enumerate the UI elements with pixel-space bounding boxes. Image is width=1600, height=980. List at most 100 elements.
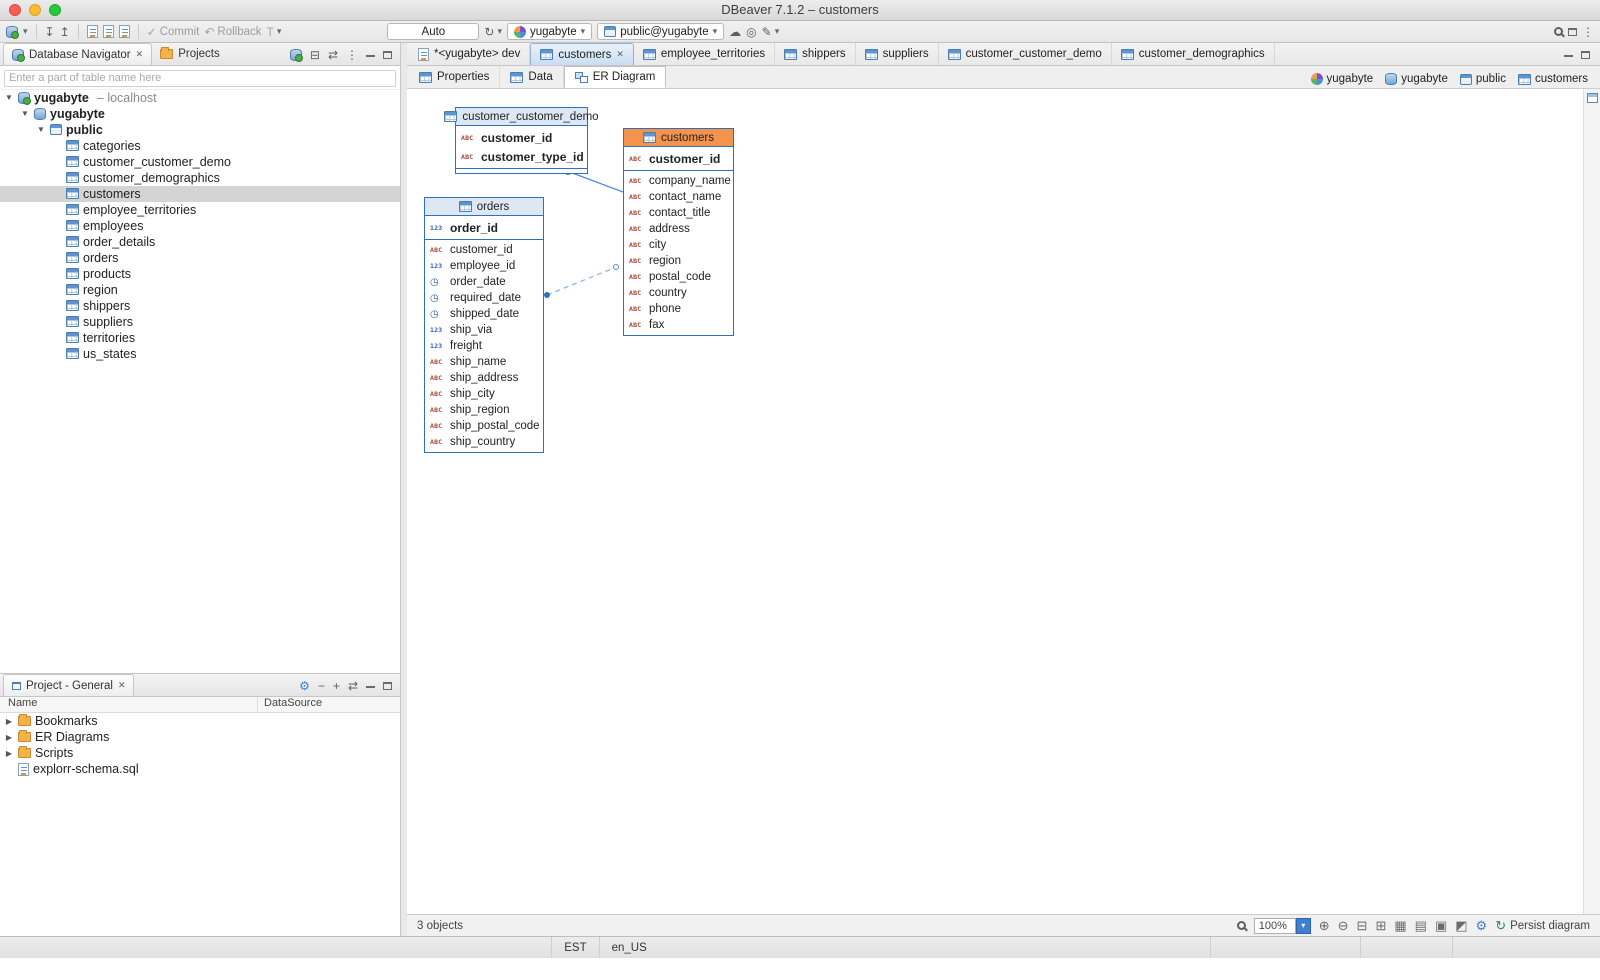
close-tab-icon[interactable]: ✕ [616,50,624,59]
entity-field-pk[interactable]: ABC customer_type_id [456,147,587,166]
maximize-view-icon[interactable] [383,51,392,59]
entity-field[interactable]: ABC contact_name [624,189,733,205]
tree-item-database[interactable]: ▼ yugabyte [0,106,400,122]
tree-item-schema[interactable]: ▼ public [0,122,400,138]
subtab-properties[interactable]: Properties [409,66,500,88]
open-sql-script-icon[interactable] [119,25,130,38]
entity-field[interactable]: ABC ship_city [425,386,543,402]
new-connection-icon[interactable] [290,49,302,61]
save-diagram-icon[interactable]: ◩ [1455,918,1467,934]
entity-field[interactable]: ABC ship_postal_code [425,418,543,434]
commit-button[interactable]: ✓ Commit [147,26,200,38]
tab-sql-editor[interactable]: *<yugabyte> dev [409,43,530,65]
export-icon[interactable]: ↥ [60,26,70,38]
entity-field[interactable]: ABC contact_title [624,205,733,221]
tab-projects[interactable]: Projects [152,43,228,65]
transaction-mode-button[interactable]: T ▾ [267,26,282,38]
tab-customer-customer-demo[interactable]: customer_customer_demo [939,43,1112,65]
column-datasource[interactable]: DataSource [258,697,322,712]
breadcrumb-schema[interactable]: public [1460,73,1506,85]
entity-field-pk[interactable]: 123 order_id [425,218,543,237]
entity-orders[interactable]: orders 123 order_id ABC customer_id 123 [424,197,544,453]
minimize-editor-icon[interactable] [1564,54,1573,57]
project-item-scripts[interactable]: ▶ Scripts [0,745,400,761]
diagram-colors-icon[interactable]: ▦ [1394,918,1406,934]
zoom-combo[interactable]: 100% ▾ [1254,918,1311,934]
expander-icon[interactable]: ▼ [36,125,46,134]
entity-field[interactable]: ABC ship_region [425,402,543,418]
sql-editor-icon[interactable] [87,25,98,38]
entity-field[interactable]: 123 freight [425,338,543,354]
breadcrumb-connection[interactable]: yugabyte [1311,73,1374,85]
project-item-bookmarks[interactable]: ▶ Bookmarks [0,713,400,729]
import-icon[interactable]: ↧ [45,26,55,38]
new-sql-editor-icon[interactable] [103,25,114,38]
relation-line-customer-demo[interactable] [567,171,623,192]
entity-header[interactable]: customer_customer_demo [456,108,587,126]
entity-customers[interactable]: customers ABC customer_id ABC company_na… [623,128,734,336]
tab-employee-territories[interactable]: employee_territories [634,43,775,65]
entity-field[interactable]: 123 employee_id [425,258,543,274]
entity-field[interactable]: ABC ship_name [425,354,543,370]
tree-item-table[interactable]: categories [0,138,400,154]
entity-customer-customer-demo[interactable]: customer_customer_demo ABC customer_id A… [455,107,588,174]
subtab-data[interactable]: Data [500,66,563,88]
expander-icon[interactable]: ▶ [4,749,14,758]
tree-item-table[interactable]: customer_customer_demo [0,154,400,170]
zoom-dropdown-button[interactable]: ▾ [1296,918,1311,934]
outline-view-icon[interactable] [1587,93,1598,103]
active-schema-combo[interactable]: public@yugabyte ▾ [597,23,724,40]
entity-field[interactable]: ABC country [624,285,733,301]
entity-field[interactable]: ABC company_name [624,173,733,189]
project-item-sql-file[interactable]: explorr-schema.sql [0,761,400,777]
breadcrumb-database[interactable]: yugabyte [1385,73,1448,85]
tree-item-table[interactable]: employee_territories [0,202,400,218]
tree-item-table[interactable]: products [0,266,400,282]
entity-field[interactable]: ABC phone [624,301,733,317]
tree-item-table[interactable]: territories [0,330,400,346]
diagram-settings-gear-icon[interactable]: ⚙ [1476,918,1488,934]
transaction-auto-combo[interactable]: Auto [387,23,479,40]
tree-item-table[interactable]: region [0,282,400,298]
print-diagram-icon[interactable]: ▤ [1415,918,1427,934]
minimize-view-icon[interactable] [366,685,375,688]
search-icon[interactable] [1554,27,1563,36]
tab-database-navigator[interactable]: Database Navigator ✕ [3,43,152,65]
tab-suppliers[interactable]: suppliers [856,43,939,65]
collapse-all-icon[interactable]: ⊟ [310,49,320,61]
maximize-editor-icon[interactable] [1581,51,1590,59]
entity-field-pk[interactable]: ABC customer_id [624,149,733,168]
entity-field[interactable]: ABC ship_country [425,434,543,450]
open-perspective-icon[interactable] [1568,28,1577,36]
network-icon[interactable]: ☁ [729,26,741,38]
entity-field[interactable]: ABC fax [624,317,733,333]
expander-icon[interactable]: ▶ [4,733,14,742]
zoom-window-button[interactable] [49,4,61,16]
minimize-view-icon[interactable] [366,54,375,57]
tab-customers[interactable]: customers ✕ [530,43,634,65]
relation-line-orders[interactable] [547,266,619,295]
entity-field[interactable]: ◷ order_date [425,274,543,290]
entity-field[interactable]: ABC city [624,237,733,253]
locale-cell[interactable]: en_US [599,937,659,958]
expander-icon[interactable]: ▶ [4,717,14,726]
entity-field[interactable]: ◷ shipped_date [425,306,543,322]
zoom-in-icon[interactable]: ⊕ [1319,918,1330,934]
zoom-out-icon[interactable]: ⊖ [1338,918,1349,934]
rollback-button[interactable]: ↶ Rollback [204,26,261,38]
configure-icon[interactable]: ⚙ [299,680,310,692]
persist-diagram-button[interactable]: ↻ Persist diagram [1495,918,1590,934]
view-menu-icon[interactable]: ⋮ [346,49,358,61]
overflow-menu-icon[interactable]: ⋮ [1582,26,1594,38]
target-icon[interactable]: ◎ [746,26,756,38]
new-connection-icon[interactable] [6,26,18,38]
tab-shippers[interactable]: shippers [775,43,855,65]
breadcrumb-table[interactable]: customers [1518,73,1588,85]
close-window-button[interactable] [9,4,21,16]
expander-icon[interactable]: ▼ [20,109,30,118]
entity-field[interactable]: ABC postal_code [624,269,733,285]
close-view-icon[interactable]: ✕ [118,681,126,690]
maximize-view-icon[interactable] [383,682,392,690]
entity-field[interactable]: ABC customer_id [425,242,543,258]
tree-item-table[interactable]: orders [0,250,400,266]
